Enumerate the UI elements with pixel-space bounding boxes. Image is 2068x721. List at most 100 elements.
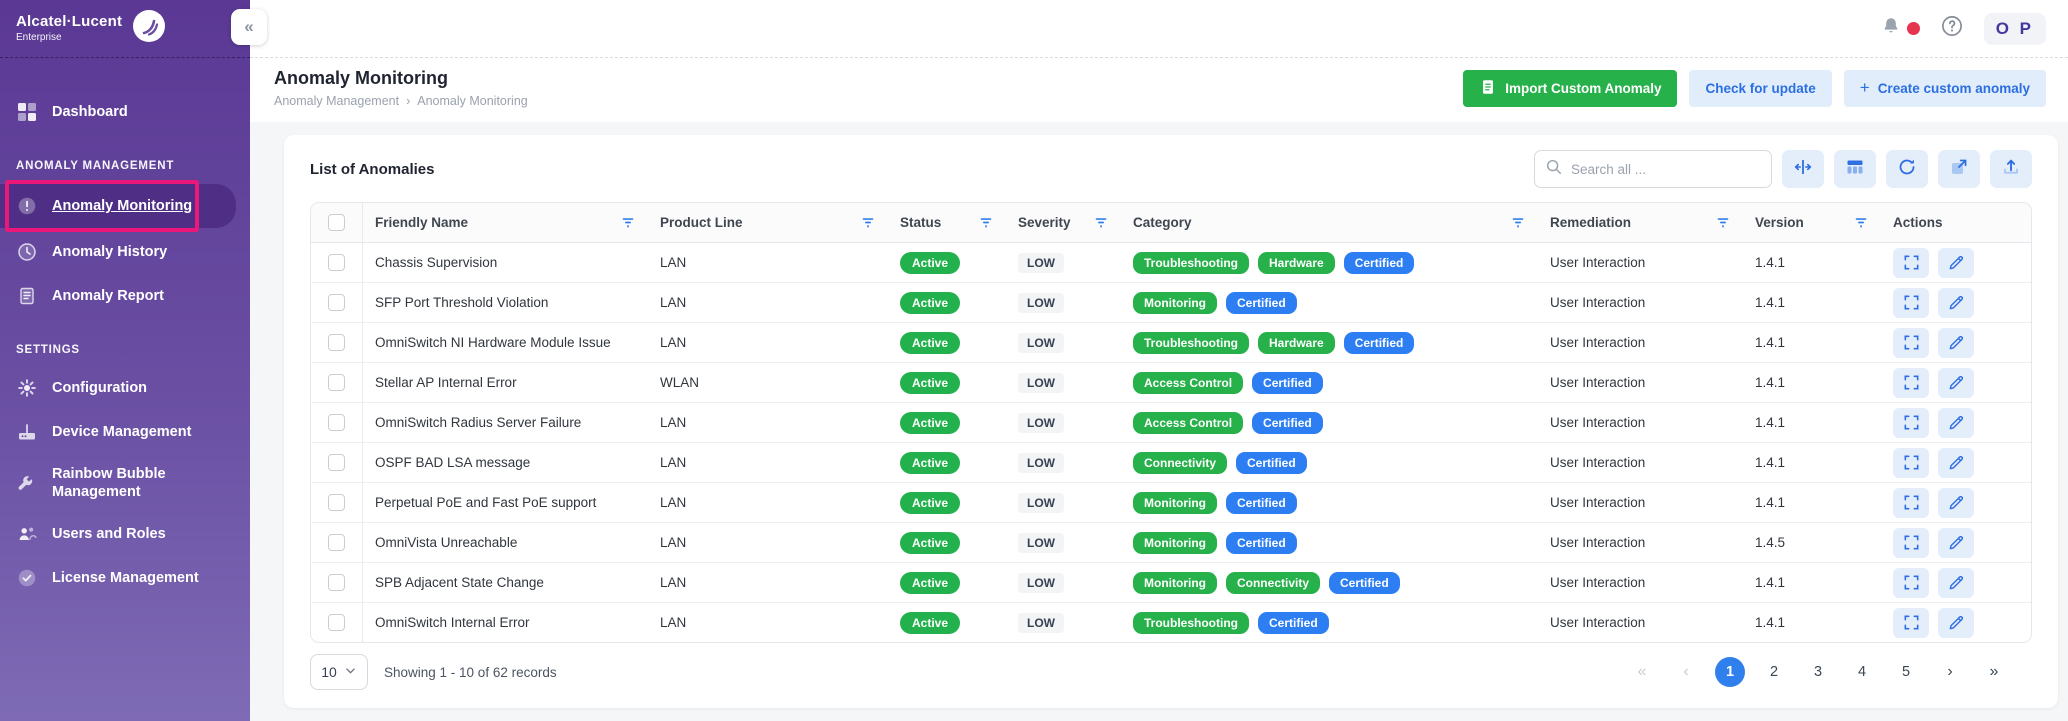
- column-header-version: Version: [1743, 203, 1881, 242]
- topbar: O P: [250, 0, 2068, 58]
- filter-icon[interactable]: [1715, 215, 1731, 231]
- search-input[interactable]: [1571, 162, 1761, 177]
- page-size-value: 10: [321, 664, 337, 680]
- sidebar-item-users-and-roles[interactable]: Users and Roles: [0, 514, 250, 554]
- refresh-icon: [1897, 157, 1917, 182]
- cell-friendly-name: OmniSwitch NI Hardware Module Issue: [363, 323, 648, 362]
- row-checkbox[interactable]: [328, 294, 345, 311]
- breadcrumb: Anomaly Management › Anomaly Monitoring: [274, 94, 528, 108]
- status-badge: Active: [900, 492, 960, 514]
- expand-row-button[interactable]: [1893, 568, 1929, 598]
- check-for-update-button[interactable]: Check for update: [1689, 70, 1831, 107]
- category-chip: Hardware: [1258, 332, 1335, 354]
- open-expand-icon: [1949, 157, 1969, 182]
- expand-row-button[interactable]: [1893, 608, 1929, 638]
- cell-friendly-name: OmniSwitch Internal Error: [363, 603, 648, 642]
- row-checkbox[interactable]: [328, 574, 345, 591]
- cell-status: Active: [888, 443, 1006, 482]
- prev-page-button[interactable]: ‹: [1671, 657, 1701, 687]
- sidebar-item-device-management[interactable]: Device Management: [0, 412, 250, 452]
- edit-row-button[interactable]: [1938, 248, 1974, 278]
- row-checkbox[interactable]: [328, 414, 345, 431]
- expand-row-button[interactable]: [1893, 248, 1929, 278]
- user-avatar-initials[interactable]: O P: [1984, 13, 2046, 45]
- sidebar-collapse-button[interactable]: «: [231, 9, 267, 45]
- page-size-select[interactable]: 10: [310, 654, 368, 690]
- severity-badge: LOW: [1018, 413, 1064, 433]
- expand-row-button[interactable]: [1893, 368, 1929, 398]
- row-checkbox-cell: [311, 563, 363, 602]
- expand-row-button[interactable]: [1893, 488, 1929, 518]
- page-button-3[interactable]: 3: [1803, 657, 1833, 687]
- edit-row-button[interactable]: [1938, 368, 1974, 398]
- cell-actions: [1881, 283, 2031, 322]
- expand-row-button[interactable]: [1893, 408, 1929, 438]
- row-checkbox[interactable]: [328, 494, 345, 511]
- sidebar-item-label: Anomaly Monitoring: [52, 197, 192, 215]
- edit-row-button[interactable]: [1938, 488, 1974, 518]
- export-up-button[interactable]: [1990, 150, 2032, 188]
- sidebar-item-license-management[interactable]: License Management: [0, 558, 250, 598]
- sidebar-item-label: Users and Roles: [52, 525, 166, 543]
- edit-row-button[interactable]: [1938, 448, 1974, 478]
- row-checkbox[interactable]: [328, 454, 345, 471]
- sidebar-item-anomaly-report[interactable]: Anomaly Report: [0, 276, 250, 316]
- sidebar-item-configuration[interactable]: Configuration: [0, 368, 250, 408]
- row-checkbox[interactable]: [328, 534, 345, 551]
- page-button-5[interactable]: 5: [1891, 657, 1921, 687]
- edit-row-button[interactable]: [1938, 288, 1974, 318]
- last-page-button[interactable]: »: [1979, 657, 2009, 687]
- cell-severity: LOW: [1006, 243, 1121, 282]
- cell-category: TroubleshootingHardwareCertified: [1121, 323, 1538, 362]
- row-checkbox[interactable]: [328, 374, 345, 391]
- expand-row-button[interactable]: [1893, 288, 1929, 318]
- filter-icon[interactable]: [620, 215, 636, 231]
- cell-category: TroubleshootingCertified: [1121, 603, 1538, 642]
- open-expand-button[interactable]: [1938, 150, 1980, 188]
- expand-row-button[interactable]: [1893, 448, 1929, 478]
- sidebar-item-anomaly-history[interactable]: Anomaly History: [0, 232, 250, 272]
- row-checkbox[interactable]: [328, 254, 345, 271]
- severity-badge: LOW: [1018, 453, 1064, 473]
- sidebar-item-label: Anomaly History: [52, 243, 167, 261]
- import-custom-anomaly-button[interactable]: Import Custom Anomaly: [1463, 70, 1677, 107]
- select-all-checkbox[interactable]: [328, 214, 345, 231]
- filter-icon[interactable]: [1853, 215, 1869, 231]
- row-checkbox[interactable]: [328, 614, 345, 631]
- sidebar-item-rainbow-bubble-management[interactable]: Rainbow Bubble Management: [0, 456, 250, 510]
- table-columns-button[interactable]: [1834, 150, 1876, 188]
- edit-row-button[interactable]: [1938, 328, 1974, 358]
- pagination: « ‹ 12345 › »: [1620, 657, 2016, 687]
- filter-icon[interactable]: [1093, 215, 1109, 231]
- page-button-4[interactable]: 4: [1847, 657, 1877, 687]
- category-chip: Connectivity: [1133, 452, 1227, 474]
- check-for-update-label: Check for update: [1705, 81, 1815, 96]
- page-button-2[interactable]: 2: [1759, 657, 1789, 687]
- filter-icon[interactable]: [860, 215, 876, 231]
- sidebar-item-anomaly-monitoring[interactable]: Anomaly Monitoring: [0, 184, 236, 228]
- expand-row-button[interactable]: [1893, 528, 1929, 558]
- notifications-button[interactable]: [1881, 16, 1920, 41]
- create-custom-anomaly-button[interactable]: + Create custom anomaly: [1844, 70, 2046, 107]
- next-page-button[interactable]: ›: [1935, 657, 1965, 687]
- breadcrumb-item[interactable]: Anomaly Management: [274, 94, 399, 108]
- edit-row-button[interactable]: [1938, 528, 1974, 558]
- refresh-button[interactable]: [1886, 150, 1928, 188]
- cell-severity: LOW: [1006, 403, 1121, 442]
- page-button-1[interactable]: 1: [1715, 657, 1745, 687]
- category-chip: Certified: [1344, 332, 1415, 354]
- edit-row-button[interactable]: [1938, 608, 1974, 638]
- filter-icon[interactable]: [978, 215, 994, 231]
- help-button[interactable]: [1940, 14, 1964, 43]
- sidebar-item-dashboard[interactable]: Dashboard: [0, 92, 250, 132]
- row-checkbox[interactable]: [328, 334, 345, 351]
- expand-row-button[interactable]: [1893, 328, 1929, 358]
- edit-row-button[interactable]: [1938, 568, 1974, 598]
- edit-row-button[interactable]: [1938, 408, 1974, 438]
- fit-columns-button[interactable]: [1782, 150, 1824, 188]
- filter-icon[interactable]: [1510, 215, 1526, 231]
- column-label: Friendly Name: [375, 215, 468, 230]
- category-chip: Troubleshooting: [1133, 252, 1249, 274]
- cell-product-line: LAN: [648, 323, 888, 362]
- first-page-button[interactable]: «: [1627, 657, 1657, 687]
